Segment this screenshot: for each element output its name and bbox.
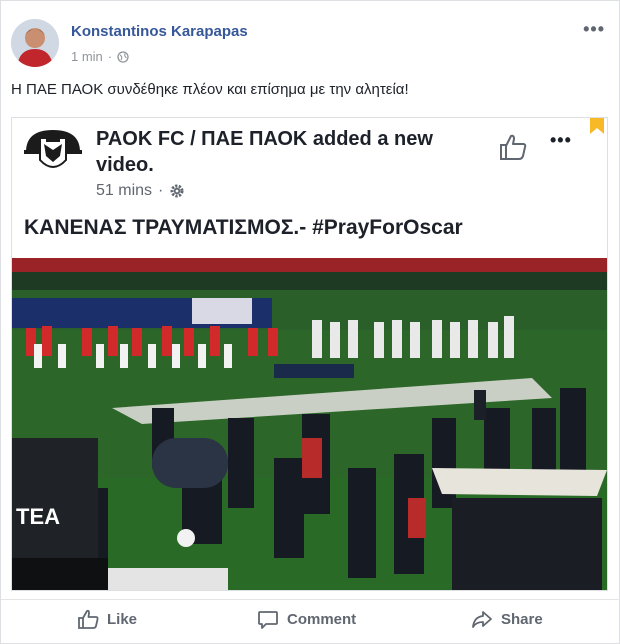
shared-more-icon[interactable]: ••• bbox=[550, 130, 572, 151]
post-meta: 1 min · bbox=[71, 49, 129, 64]
post-actions-bar: Like Comment Share bbox=[1, 599, 620, 642]
like-label: Like bbox=[107, 610, 138, 628]
shared-caption: ΚΑΝΕΝΑΣ ΤΡΑΥΜΑΤΙΣΜΟΣ.- #PrayForOscar bbox=[24, 216, 463, 239]
like-icon bbox=[78, 609, 99, 629]
author-avatar[interactable] bbox=[11, 19, 59, 67]
comment-button[interactable]: Comment bbox=[257, 608, 356, 630]
shared-title[interactable]: PAOK FC / ΠΑΕ ΠΑΟΚ added a new video. bbox=[96, 126, 486, 178]
video-frame-image: TEA bbox=[12, 258, 607, 590]
post-time[interactable]: 1 min bbox=[71, 49, 103, 64]
bookmark-icon[interactable] bbox=[590, 118, 604, 134]
thumbs-up-icon[interactable] bbox=[498, 132, 528, 162]
comment-label: Comment bbox=[287, 610, 357, 628]
author-name[interactable]: Konstantinos Karapapas bbox=[71, 23, 248, 40]
svg-text:TEA: TEA bbox=[16, 504, 60, 529]
meta-separator: · bbox=[107, 49, 113, 64]
gear-icon[interactable] bbox=[169, 183, 185, 199]
video-player[interactable]: TEA bbox=[12, 258, 607, 590]
comment-icon bbox=[258, 611, 278, 629]
share-button[interactable]: Share bbox=[471, 608, 543, 630]
shared-meta: 51 mins · bbox=[96, 182, 185, 200]
post-more-icon[interactable]: ••• bbox=[583, 19, 605, 40]
post-text: Η ΠΑΕ ΠΑΟΚ συνδέθηκε πλέον και επίσημα μ… bbox=[11, 81, 409, 98]
like-button[interactable]: Like bbox=[77, 608, 137, 630]
shared-post-card[interactable]: PAOK FC / ΠΑΕ ΠΑΟΚ added a new video. 51… bbox=[11, 117, 608, 591]
shared-time[interactable]: 51 mins bbox=[96, 182, 152, 200]
share-icon bbox=[472, 611, 492, 628]
share-label: Share bbox=[501, 610, 543, 628]
facebook-post: Konstantinos Karapapas 1 min · ••• Η ΠΑΕ… bbox=[0, 0, 620, 644]
shared-separator: · bbox=[158, 182, 164, 199]
globe-icon[interactable] bbox=[117, 50, 129, 63]
paok-logo-icon[interactable] bbox=[24, 126, 82, 176]
